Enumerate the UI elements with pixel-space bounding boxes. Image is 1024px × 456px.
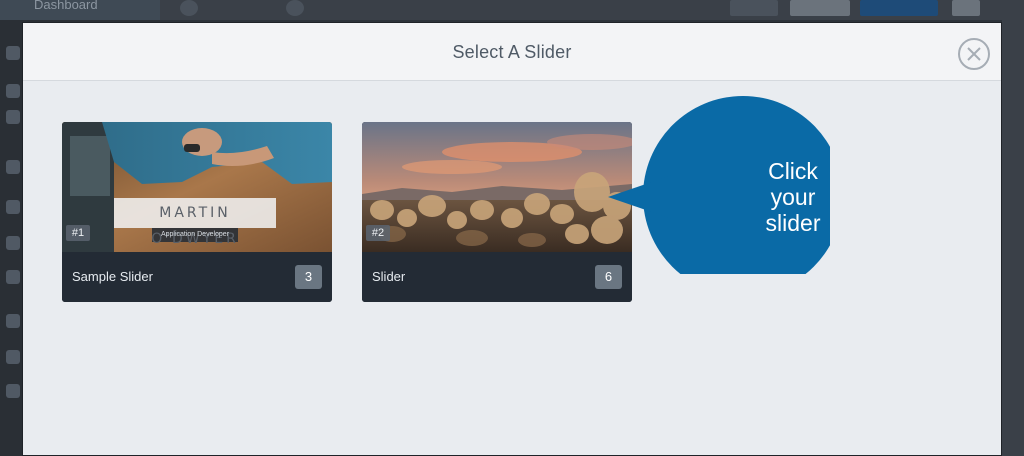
comments-icon [6,160,20,174]
admin-toolbar [160,0,1024,20]
toolbar-button [790,0,850,16]
slider-card-footer: Sample Slider 3 [62,252,332,302]
modal-title: Select A Slider [452,42,572,62]
plugins-icon [6,236,20,250]
slider-name: Slider [372,269,406,284]
modal-header: Select A Slider [23,23,1001,81]
slide-count-badge: 3 [295,265,322,289]
media-icon [6,84,20,98]
close-icon [967,47,981,61]
appearance-icon [6,200,20,214]
callout-line: Click [768,158,818,184]
users-icon [6,270,20,284]
pin-icon [6,46,20,60]
slider-name: Sample Slider [72,269,153,284]
callout-line: slider [765,210,821,236]
slider-card-sample-slider[interactable]: MARTIN O'DWYER Application Developer #1 … [62,122,332,302]
close-button[interactable] [958,38,990,70]
slider-number: #2 [366,225,390,241]
pages-icon [6,110,20,124]
thumbnail-subheading: Application Developer [160,231,230,238]
sidebar-item-dashboard: Dashboard [0,0,160,20]
slider-thumbnail: MARTIN O'DWYER Application Developer #1 [62,122,332,252]
callout-text: Click your slider [693,158,893,236]
toolbar-button-primary [860,0,938,16]
slider-number: #1 [66,225,90,241]
callout-line: your [770,184,816,210]
undo-icon [180,0,198,16]
settings-icon [6,350,20,364]
thumbnail-heading: MARTIN O'DWYER [151,205,239,247]
help-icon [286,0,304,16]
toolbar-button [730,0,778,16]
admin-right-panel [1002,20,1024,456]
tools-icon [6,314,20,328]
collapse-icon [6,384,20,398]
toolbar-button [952,0,980,16]
select-slider-modal: Select A Slider MARTIN O'DWYER Applicati… [22,22,1002,456]
